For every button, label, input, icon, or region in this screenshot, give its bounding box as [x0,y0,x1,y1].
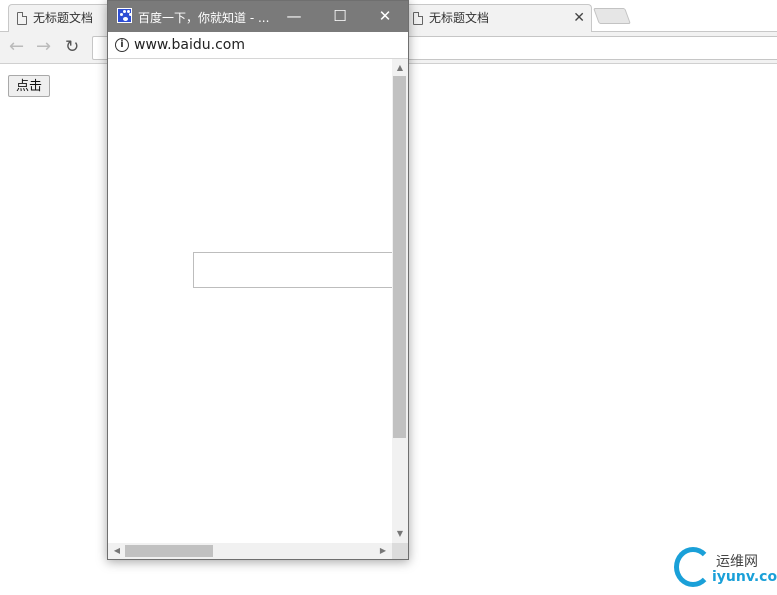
scroll-down-icon[interactable]: ▼ [392,527,408,541]
tab-label: 无标题文档 [429,11,490,25]
popup-title-bar[interactable]: 百度一下，你就知道 - ... — ☐ ✕ [108,1,408,32]
popup-address-bar: i www.baidu.com [108,32,408,59]
click-button[interactable]: 点击 [8,75,50,97]
popup-window: 百度一下，你就知道 - ... — ☐ ✕ i www.baidu.com ▲ … [107,0,409,560]
document-icon [17,12,27,25]
back-arrow-icon[interactable]: ← [9,37,24,57]
baidu-paw-icon [117,8,132,23]
logo-ring-icon [674,547,712,587]
popup-content [108,59,392,543]
watermark-cn: 运维网 [716,554,758,570]
tab-untitled-2[interactable]: 无标题文档 ✕ [404,4,592,32]
close-icon[interactable]: ✕ [371,5,399,27]
vertical-scroll-thumb[interactable] [393,76,406,438]
screen: 无标题文档 无标题文档 ✕ ← → ↻ 点击 百度一下，你就知道 - ... —… [0,0,777,595]
tab-close-icon[interactable]: ✕ [573,5,585,31]
new-tab-button[interactable] [593,8,631,24]
scroll-left-icon[interactable]: ◀ [110,543,124,559]
horizontal-scroll-thumb[interactable] [125,545,213,557]
popup-url: www.baidu.com [134,37,245,53]
popup-title: 百度一下，你就知道 - ... [138,11,270,25]
scroll-up-icon[interactable]: ▲ [392,61,408,75]
forward-arrow-icon[interactable]: → [36,37,51,57]
search-input[interactable] [193,252,392,288]
document-icon [413,12,423,25]
scroll-right-icon[interactable]: ▶ [376,543,390,559]
minimize-icon[interactable]: — [280,5,308,27]
watermark-en: iyunv.com [712,569,777,585]
reload-icon[interactable]: ↻ [65,37,79,57]
maximize-icon[interactable]: ☐ [326,5,354,27]
vertical-scrollbar[interactable]: ▲ ▼ [392,59,408,543]
info-icon[interactable]: i [115,38,129,52]
tab-label: 无标题文档 [33,11,94,25]
horizontal-scrollbar[interactable]: ◀ ▶ [108,543,392,559]
watermark-logo: 运维网 iyunv.com [668,543,777,591]
scrollbar-corner [392,543,408,559]
